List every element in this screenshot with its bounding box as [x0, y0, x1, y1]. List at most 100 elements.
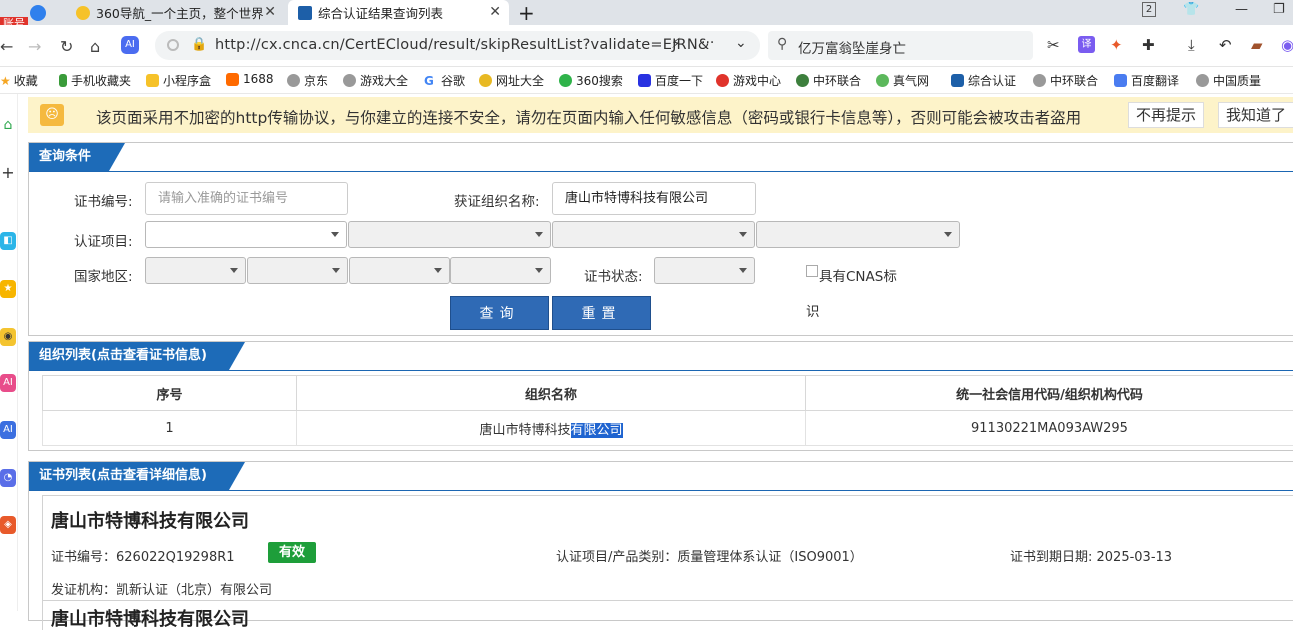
restore-icon[interactable]: ❐	[1273, 2, 1285, 17]
bookmark-item[interactable]: 京东	[287, 72, 328, 89]
org-list-panel: 组织列表(点击查看证书信息) 序号 组织名称 统一社会信用代码/组织机构代码 1…	[28, 341, 1293, 451]
tab-cert-result[interactable]: 综合认证结果查询列表 ✕	[288, 0, 509, 25]
bookmark-item[interactable]: 综合认证	[951, 72, 1016, 89]
bookmark-item[interactable]: 1688	[226, 72, 274, 86]
project-select-1[interactable]	[145, 221, 347, 248]
cert-issuer: 发证机构：凯新认证（北京）有限公司	[51, 579, 272, 598]
bookmark-item[interactable]: 360搜索	[559, 72, 623, 89]
browser-logo-icon[interactable]	[30, 0, 50, 25]
game-icon[interactable]: ✦	[1110, 36, 1123, 54]
bookmark-item[interactable]: 小程序盒	[146, 72, 211, 89]
url-text[interactable]: http://cx.cnca.cn/CertECloud/result/skip…	[215, 37, 709, 53]
row-index: 1	[43, 411, 297, 446]
cnas-label-wrap: 识	[806, 300, 820, 320]
refresh-icon[interactable]: ↻	[60, 37, 73, 56]
air-icon	[876, 74, 889, 87]
bookmark-item[interactable]: 网址大全	[479, 72, 544, 89]
region-select-3[interactable]	[349, 257, 450, 284]
bookmark-item[interactable]: G谷歌	[424, 72, 465, 89]
cert-category: 认证项目/产品类别：质量管理体系认证（ISO9001）	[556, 546, 863, 565]
translate-icon[interactable]: 译	[1078, 36, 1095, 53]
chevron-down-icon	[739, 268, 747, 273]
warning-face-icon: ☹	[40, 104, 64, 126]
column-header-credit-code: 统一社会信用代码/组织机构代码	[806, 376, 1293, 411]
bookmark-item[interactable]: 百度翻译	[1114, 72, 1179, 89]
search-button[interactable]: 查询	[450, 296, 549, 330]
bot-icon[interactable]: ◉	[0, 328, 16, 346]
insecure-lock-icon[interactable]: 🔒	[191, 37, 207, 52]
more-icon[interactable]: ···	[701, 35, 714, 51]
cert-company-name[interactable]: 唐山市特博科技有限公司	[51, 605, 249, 630]
no-remind-button[interactable]: 不再提示	[1128, 102, 1204, 128]
got-it-button[interactable]: 我知道了	[1218, 102, 1293, 128]
org-list-header: 组织列表(点击查看证书信息)	[39, 342, 207, 370]
forward-icon[interactable]: →	[28, 37, 41, 56]
bookmarks-bar: ★收藏 手机收藏夹 小程序盒 1688 京东 游戏大全 G谷歌 网址大全 360…	[0, 67, 1293, 94]
close-icon[interactable]: ✕	[489, 4, 501, 20]
row-org-name[interactable]: 唐山市特博科技有限公司	[297, 411, 806, 446]
chat-icon[interactable]: ◔	[0, 469, 16, 487]
status-select[interactable]	[654, 257, 755, 284]
bookmark-item[interactable]: 中环联合	[1033, 72, 1098, 89]
project-select-4[interactable]	[756, 221, 960, 248]
tab-counter[interactable]: 2	[1142, 2, 1156, 17]
cert-card[interactable]: 唐山市特博科技有限公司 证书编号：626022Q19298R1 有效 认证项目/…	[42, 495, 1293, 603]
tab-bar: 账号 360导航_一个主页，整个世界 ✕ 综合认证结果查询列表 ✕ + 2 👕 …	[0, 0, 1293, 25]
bookmark-item[interactable]: 百度一下	[638, 72, 703, 89]
ai-icon[interactable]: AI	[0, 421, 16, 439]
chevron-down-icon	[944, 232, 952, 237]
address-bar[interactable]: 🔒 http://cx.cnca.cn/CertECloud/result/sk…	[155, 31, 760, 60]
extension-icon[interactable]: ✚	[1142, 36, 1155, 54]
chevron-down-icon[interactable]: ⌄	[735, 35, 747, 51]
chevron-down-icon	[332, 268, 340, 273]
bookmark-item[interactable]: 中国质量	[1196, 72, 1261, 89]
project-select-2[interactable]	[348, 221, 551, 248]
add-icon[interactable]: +	[0, 164, 16, 182]
undo-icon[interactable]: ↶	[1219, 36, 1232, 54]
game-icon[interactable]: ◈	[0, 516, 16, 534]
ai-icon[interactable]: AI	[121, 36, 139, 54]
query-panel: 查询条件 证书编号: 请输入准确的证书编号 获证组织名称: 唐山市特博科技有限公…	[28, 142, 1293, 336]
ai-assistant-icon[interactable]: AI	[0, 374, 16, 392]
org-name-input[interactable]: 唐山市特博科技有限公司	[552, 182, 756, 215]
briefcase-icon[interactable]: ▰	[1251, 36, 1263, 54]
status-label: 证书状态:	[584, 265, 643, 285]
star-icon[interactable]: ★	[0, 280, 16, 298]
scissors-icon[interactable]: ✂	[1047, 36, 1060, 54]
bookmark-item[interactable]: 真气网	[876, 72, 929, 89]
cert-no-input[interactable]: 请输入准确的证书编号	[145, 182, 348, 215]
region-select-1[interactable]	[145, 257, 246, 284]
back-icon[interactable]: ←	[0, 37, 13, 56]
lightning-icon[interactable]: ⚡	[671, 36, 681, 52]
download-icon[interactable]: ⤓	[1188, 36, 1195, 54]
security-icon[interactable]	[167, 39, 179, 51]
home-icon[interactable]: ⌂	[0, 116, 16, 134]
sidebar: ⌂ + ◧ ★ ◉ AI AI ◔ ◈	[0, 94, 18, 611]
close-icon[interactable]: ✕	[264, 4, 276, 20]
bookmark-item[interactable]: 中环联合	[796, 72, 861, 89]
skin-icon[interactable]: 👕	[1183, 2, 1199, 17]
new-tab-button[interactable]: +	[518, 0, 535, 25]
reset-button[interactable]: 重置	[552, 296, 651, 330]
org-table: 序号 组织名称 统一社会信用代码/组织机构代码 1 唐山市特博科技有限公司 91…	[42, 375, 1293, 446]
region-select-2[interactable]	[247, 257, 348, 284]
bookmark-favorites[interactable]: ★收藏	[0, 72, 38, 89]
search-text[interactable]: 亿万富翁坠崖身亡	[798, 37, 906, 57]
bookmark-item[interactable]: 游戏大全	[343, 72, 408, 89]
profile-icon[interactable]: ◉	[1281, 36, 1293, 54]
tab-360-nav[interactable]: 360导航_一个主页，整个世界 ✕	[68, 0, 284, 25]
cnca-logo-icon	[298, 6, 312, 20]
cert-card-next[interactable]: 唐山市特博科技有限公司	[42, 600, 1293, 630]
table-row[interactable]: 1 唐山市特博科技有限公司 91130221MA093AW295	[43, 411, 1293, 446]
minimize-icon[interactable]: —	[1235, 2, 1248, 17]
project-select-3[interactable]	[552, 221, 755, 248]
chevron-down-icon	[739, 232, 747, 237]
cnas-checkbox[interactable]	[806, 265, 818, 277]
region-select-4[interactable]	[450, 257, 551, 284]
bookmark-item[interactable]: 手机收藏夹	[59, 72, 131, 89]
home-icon[interactable]: ⌂	[90, 37, 100, 56]
search-box[interactable]: ⚲ 亿万富翁坠崖身亡	[768, 31, 1033, 60]
cert-company-name[interactable]: 唐山市特博科技有限公司	[51, 507, 249, 533]
app-icon[interactable]: ◧	[0, 232, 16, 250]
bookmark-item[interactable]: 游戏中心	[716, 72, 781, 89]
